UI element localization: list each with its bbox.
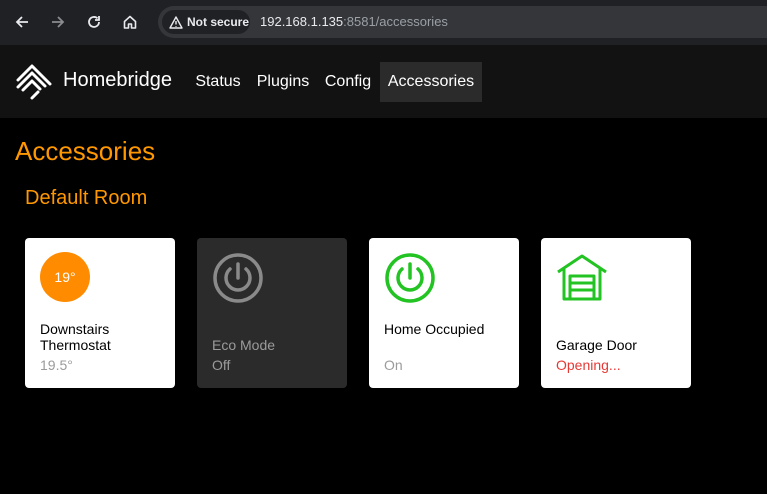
accessory-tile-eco-mode[interactable]: Eco Mode Off xyxy=(197,238,347,388)
forward-button[interactable] xyxy=(44,8,72,36)
reload-button[interactable] xyxy=(80,8,108,36)
browser-toolbar: Not secure 192.168.1.135:8581/accessorie… xyxy=(0,0,767,45)
garage-door-icon xyxy=(557,254,607,301)
homebridge-logo-icon[interactable] xyxy=(15,63,53,101)
url-path: :8581/accessories xyxy=(343,14,448,29)
address-bar[interactable]: Not secure 192.168.1.135:8581/accessorie… xyxy=(158,6,767,38)
tile-status: On xyxy=(384,357,403,373)
warning-icon xyxy=(169,15,183,29)
nav-plugins[interactable]: Plugins xyxy=(252,62,314,102)
app-navbar: Homebridge Status Plugins Config Accesso… xyxy=(0,45,767,118)
nav-config[interactable]: Config xyxy=(320,62,376,102)
tile-status: Opening... xyxy=(556,357,621,373)
tile-status: 19.5° xyxy=(40,357,73,373)
tile-name: Eco Mode xyxy=(212,337,276,353)
accessory-tile-home-occupied[interactable]: Home Occupied On xyxy=(369,238,519,388)
tile-status: Off xyxy=(212,357,231,373)
tile-name: Garage Door xyxy=(556,337,637,353)
home-icon xyxy=(123,15,137,29)
accessory-tile-garage-door[interactable]: Garage Door Opening... xyxy=(541,238,691,388)
brand-name[interactable]: Homebridge xyxy=(63,69,172,92)
room-title: Default Room xyxy=(25,187,148,209)
security-label: Not secure xyxy=(187,15,250,29)
url-host: 192.168.1.135 xyxy=(260,14,344,29)
arrow-left-icon xyxy=(15,16,28,28)
tile-name: Home Occupied xyxy=(384,321,485,337)
page-title: Accessories xyxy=(15,136,156,166)
reload-icon xyxy=(88,16,100,28)
arrow-right-icon xyxy=(52,16,65,28)
accessory-tile-thermostat[interactable]: 19° Downstairs Thermostat 19.5° xyxy=(25,238,175,388)
url-text: 192.168.1.135:8581/accessories xyxy=(260,14,448,29)
nav-status[interactable]: Status xyxy=(190,62,246,102)
security-chip[interactable]: Not secure xyxy=(162,10,250,34)
target-temp: 19° xyxy=(54,269,76,285)
power-icon xyxy=(385,253,435,303)
power-icon xyxy=(213,253,263,303)
home-button[interactable] xyxy=(116,8,144,36)
nav-accessories[interactable]: Accessories xyxy=(380,62,482,102)
tile-name: Downstairs Thermostat xyxy=(40,321,111,353)
thermostat-icon: 19° xyxy=(40,252,90,302)
back-button[interactable] xyxy=(8,8,36,36)
